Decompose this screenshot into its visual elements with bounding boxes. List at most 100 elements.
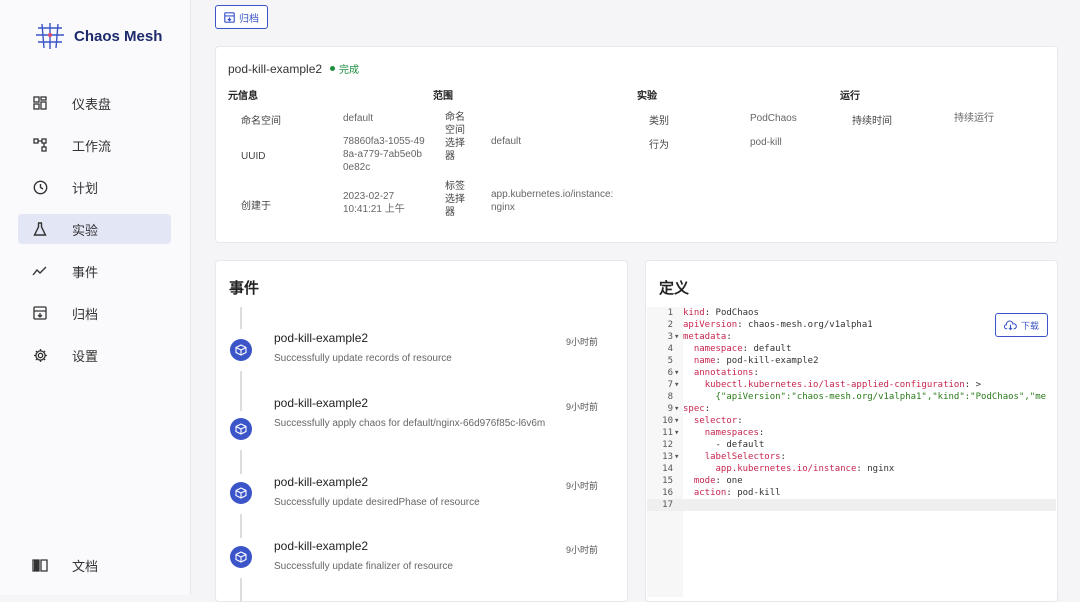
status-dot-icon — [330, 66, 336, 71]
sidebar-item-label: 工作流 — [72, 138, 112, 154]
definition-title: 定义 — [659, 280, 690, 297]
timeline-connector — [240, 307, 242, 329]
line-number: 17 — [662, 500, 673, 510]
line-number: 8 — [667, 392, 673, 402]
gear-icon — [32, 347, 48, 363]
event-title: pod-kill-example2 — [274, 331, 369, 345]
event-description: Successfully update records of resource — [274, 353, 452, 364]
sidebar-item-events[interactable]: 事件 — [18, 256, 171, 286]
code-line: 12 - default — [647, 439, 1056, 451]
timeline-connector — [240, 450, 242, 474]
events-title: 事件 — [229, 280, 260, 297]
sidebar-item-docs[interactable]: 文档 — [18, 550, 171, 580]
book-icon — [32, 557, 48, 573]
yaml-code-editor[interactable]: 1 kind: PodChaos 2 apiVersion: chaos-mesh.o… — [647, 307, 1056, 597]
sidebar-item-label: 设置 — [72, 348, 99, 364]
yaml-value: default — [753, 344, 792, 354]
sidebar-item-settings[interactable]: 设置 — [18, 340, 171, 370]
status-badge: 完成 — [330, 61, 359, 76]
timeline-connector — [240, 514, 242, 538]
event-description: Successfully update finalizer of resourc… — [274, 561, 453, 572]
yaml-key: action — [693, 488, 727, 498]
code-line: 11▾ namespaces: — [647, 427, 1056, 439]
experiment-info-card: pod-kill-example2 完成 元信息 范围 实验 运行 命名空间 d… — [215, 46, 1058, 243]
event-cube-icon — [230, 418, 252, 440]
code-line: 16 action: pod-kill — [647, 487, 1056, 499]
line-number: 4 — [667, 344, 673, 354]
event-cube-icon — [230, 546, 252, 568]
kind-label: 类别 — [649, 116, 669, 127]
event-description: Successfully apply chaos for default/ngi… — [274, 418, 546, 429]
yaml-value: one — [726, 476, 743, 486]
yaml-key: namespace — [693, 344, 743, 354]
yaml-value: chaos-mesh.org/v1alpha1 — [748, 320, 873, 330]
yaml-key: spec — [683, 404, 705, 414]
section-experiment-heading: 实验 — [637, 91, 657, 102]
code-line: 7▾ kubectl.kubernetes.io/last-applied-co… — [647, 379, 1056, 391]
sidebar-item-label: 文档 — [72, 558, 99, 574]
download-button[interactable]: 下载 — [995, 313, 1049, 337]
duration-value: 持续运行 — [954, 113, 994, 124]
archive-icon — [224, 11, 235, 23]
download-button-label: 下载 — [1021, 320, 1040, 331]
section-meta-heading: 元信息 — [228, 91, 258, 102]
experiment-name: pod-kill-example2 — [228, 61, 323, 76]
line-number: 1 — [667, 308, 673, 318]
yaml-key: metadata — [683, 332, 727, 342]
line-number: 14 — [662, 464, 673, 474]
code-line: 10▾ selector: — [647, 415, 1056, 427]
code-line: 5 name: pod-kill-example2 — [647, 355, 1056, 367]
yaml-key: kind — [683, 308, 705, 318]
event-title: pod-kill-example2 — [274, 396, 369, 410]
event-time: 9小时前 — [566, 481, 599, 491]
line-number: 16 — [662, 488, 673, 498]
code-line: 4 namespace: default — [647, 343, 1056, 355]
code-line: 13▾ labelSelectors: — [647, 451, 1056, 463]
yaml-value: nginx — [867, 464, 895, 474]
code-line: 17 — [647, 499, 1056, 511]
yaml-key: kubectl.kubernetes.io/last-applied-confi… — [704, 380, 965, 390]
chaos-mesh-logo-icon — [36, 23, 64, 49]
events-card: 事件 pod-kill-example2 Successfully update… — [215, 260, 628, 602]
code-line: 8 {"apiVersion":"chaos-mesh.org/v1alpha1… — [647, 391, 1056, 403]
namespace-selector-label: 命名空间选择器 — [445, 112, 465, 162]
flask-icon — [32, 221, 48, 237]
sidebar-item-archive[interactable]: 归档 — [18, 298, 171, 328]
event-time: 9小时前 — [566, 545, 599, 555]
code-line: 15 mode: one — [647, 475, 1056, 487]
workflow-icon — [32, 137, 48, 153]
yaml-value: - default — [715, 440, 765, 450]
event-time: 9小时前 — [566, 402, 599, 412]
cloud-download-icon — [1004, 319, 1017, 330]
dashboard-icon — [32, 95, 48, 111]
timeline-connector — [240, 371, 242, 411]
yaml-key: app.kubernetes.io/instance — [715, 464, 857, 474]
line-number: 15 — [662, 476, 673, 486]
line-number: 5 — [667, 356, 673, 366]
sidebar-item-experiments[interactable]: 实验 — [18, 214, 171, 244]
yaml-key: apiVersion — [683, 320, 738, 330]
event-title: pod-kill-example2 — [274, 539, 369, 553]
yaml-value: pod-kill — [737, 488, 781, 498]
event-cube-icon — [230, 482, 252, 504]
namespace-value: default — [343, 113, 374, 124]
archive-button[interactable]: 归档 — [215, 5, 268, 29]
section-run-heading: 运行 — [840, 91, 860, 102]
sidebar-item-dashboard[interactable]: 仪表盘 — [18, 88, 171, 118]
app-logo[interactable]: Chaos Mesh — [34, 22, 162, 50]
sidebar-item-schedule[interactable]: 计划 — [18, 172, 171, 202]
yaml-key: name — [693, 356, 716, 366]
event-description: Successfully update desiredPhase of reso… — [274, 497, 480, 508]
schedule-clock-icon — [32, 179, 48, 195]
definition-card: 定义 下载 1 kind: PodChaos 2 apiVersion: chaos-… — [645, 260, 1058, 602]
action-label: 行为 — [649, 140, 669, 151]
sidebar-item-workflow[interactable]: 工作流 — [18, 130, 171, 160]
